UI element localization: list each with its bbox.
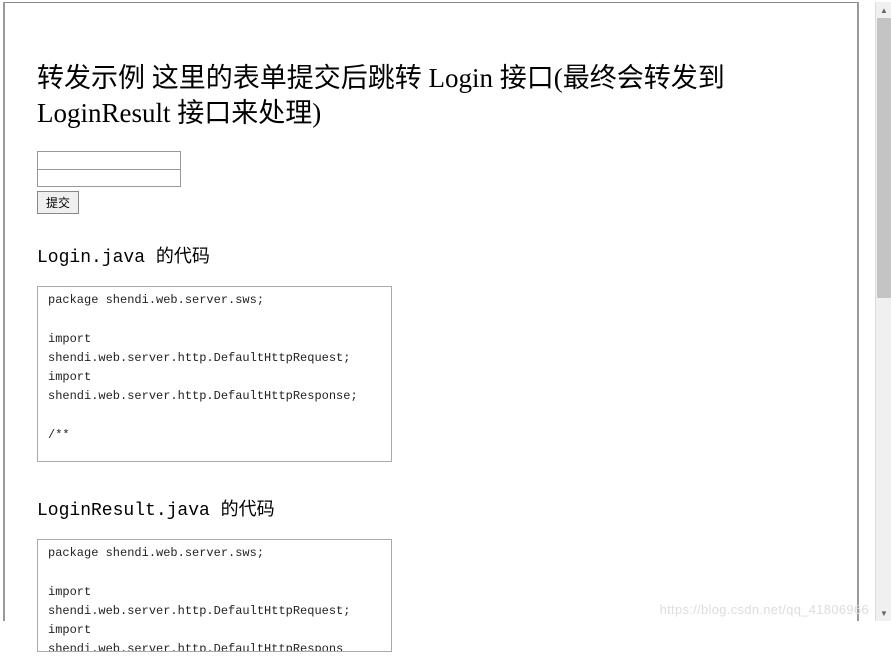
divider xyxy=(5,2,857,3)
page-scrollbar[interactable]: ▲ ▼ xyxy=(875,2,891,621)
loginresult-code-heading: LoginResult.java 的代码 xyxy=(37,495,825,521)
login-form xyxy=(37,151,825,187)
login-code-box[interactable] xyxy=(37,286,392,462)
login-code-heading: Login.java 的代码 xyxy=(37,242,825,268)
scrollbar-thumb[interactable] xyxy=(877,18,891,298)
content-area: 转发示例 这里的表单提交后跳转 Login 接口(最终会转发到 LoginRes… xyxy=(5,61,857,657)
page-title: 转发示例 这里的表单提交后跳转 Login 接口(最终会转发到 LoginRes… xyxy=(37,61,825,131)
scroll-up-button[interactable]: ▲ xyxy=(876,2,891,18)
watermark: https://blog.csdn.net/qq_41806966 xyxy=(660,602,869,617)
submit-button[interactable]: 提交 xyxy=(37,191,79,214)
loginresult-code-box[interactable] xyxy=(37,539,392,652)
page-frame: 转发示例 这里的表单提交后跳转 Login 接口(最终会转发到 LoginRes… xyxy=(3,2,859,621)
password-input[interactable] xyxy=(37,169,181,187)
username-input[interactable] xyxy=(37,151,181,169)
